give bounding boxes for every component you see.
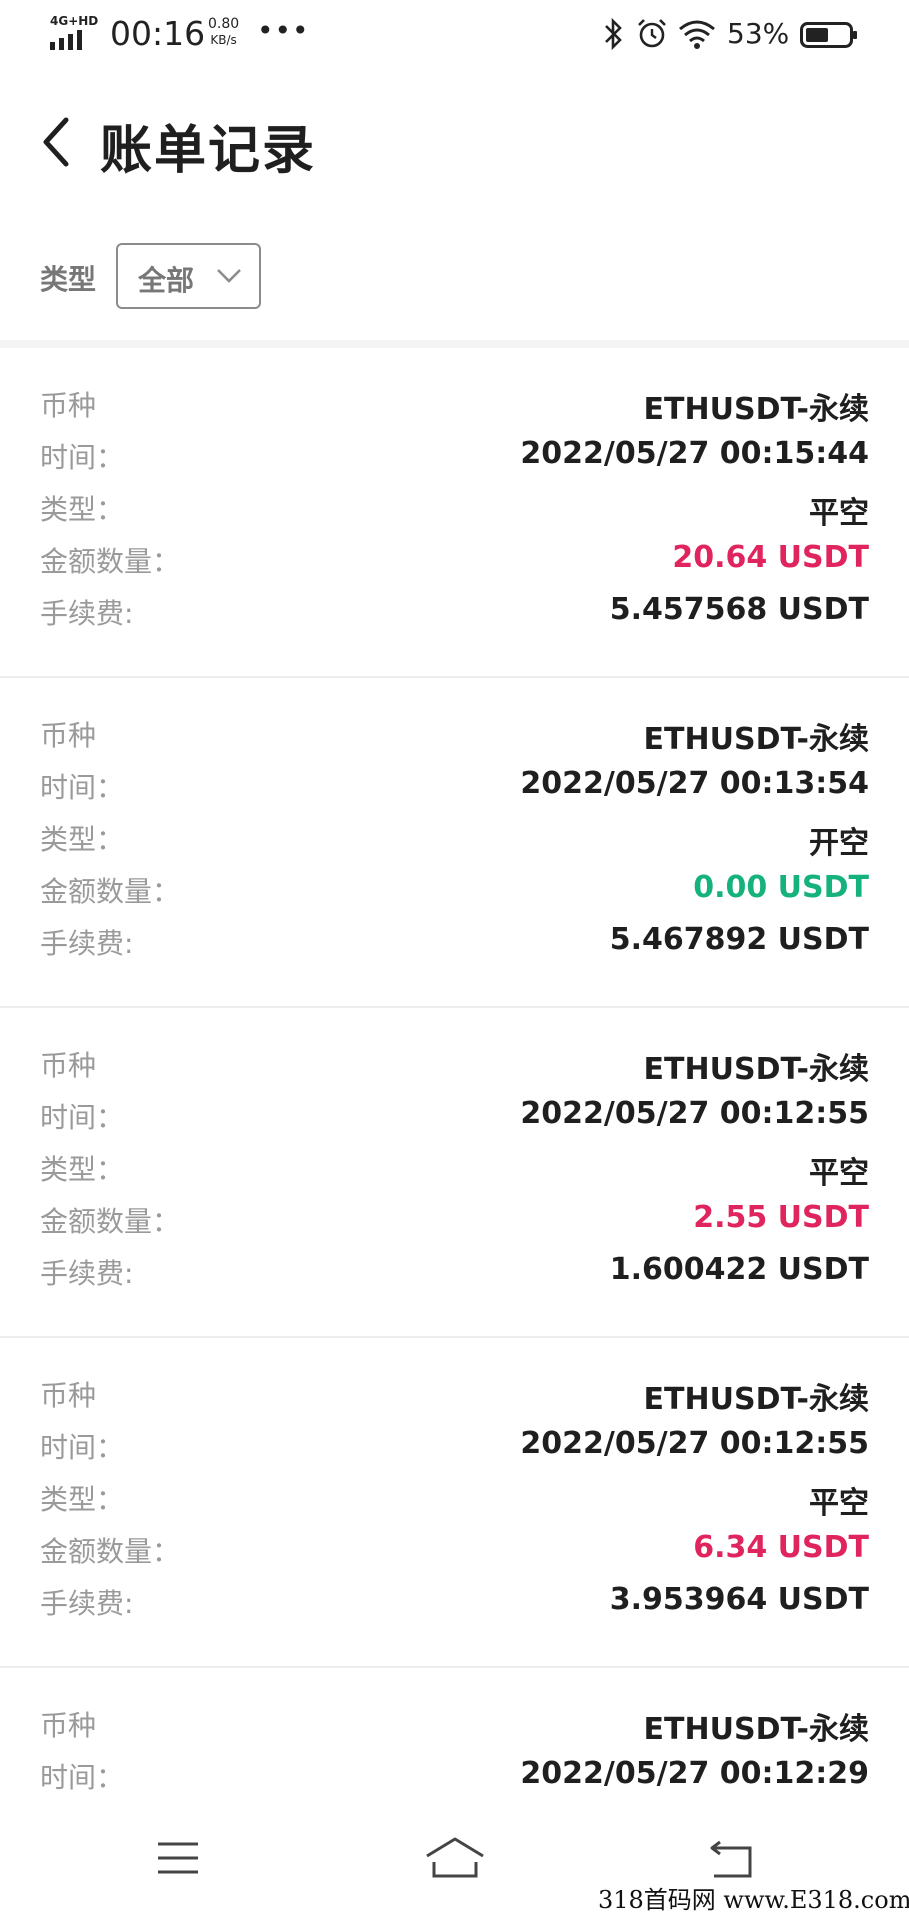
coin-row: 币种 ETHUSDT-永续: [0, 1044, 909, 1094]
back-icon[interactable]: [706, 1836, 756, 1882]
home-icon[interactable]: [424, 1836, 486, 1882]
coin-label: 币种: [40, 389, 97, 422]
menu-icon[interactable]: [156, 1838, 200, 1878]
time-value: 2022/05/27 00:12:55: [520, 1096, 869, 1131]
alarm-icon: [638, 19, 666, 48]
coin-label: 币种: [40, 1709, 97, 1742]
signal-icon: [50, 30, 82, 50]
amount-row: 金额数量： 2.55 USDT: [0, 1200, 909, 1250]
bluetooth-icon: [605, 17, 622, 51]
time-row: 时间： 2022/05/27 00:15:44: [0, 436, 909, 486]
bill-record: 币种 ETHUSDT-永续 时间： 2022/05/27 00:12:55 类型…: [0, 1008, 909, 1338]
time-row: 时间： 2022/05/27 00:12:29: [0, 1756, 909, 1806]
time-label: 时间：: [40, 771, 125, 804]
more-notifications-icon: •••: [257, 14, 310, 47]
coin-value: ETHUSDT-永续: [643, 722, 869, 757]
type-label: 类型：: [40, 823, 125, 856]
time-value: 2022/05/27 00:12:55: [520, 1426, 869, 1461]
battery-percent: 53%: [727, 17, 790, 50]
amount-value: 20.64 USDT: [672, 540, 869, 575]
type-label: 类型：: [40, 1483, 125, 1516]
amount-value: 6.34 USDT: [693, 1530, 869, 1565]
fee-label: 手续费:: [40, 1587, 134, 1620]
time-value: 2022/05/27 00:12:29: [520, 1756, 869, 1791]
type-row: 类型： 平空: [0, 488, 909, 538]
watermark: 318首码网 www.E318.com: [598, 1886, 909, 1914]
time-row: 时间： 2022/05/27 00:12:55: [0, 1426, 909, 1476]
fee-value: 1.600422 USDT: [609, 1252, 869, 1287]
amount-row: 金额数量： 6.34 USDT: [0, 1530, 909, 1580]
battery-icon: [800, 22, 857, 48]
fee-label: 手续费:: [40, 1257, 134, 1290]
bill-record: 币种 ETHUSDT-永续 时间： 2022/05/27 00:12:29: [0, 1668, 909, 1816]
coin-row: 币种 ETHUSDT-永续: [0, 714, 909, 764]
time-value: 2022/05/27 00:15:44: [520, 436, 869, 471]
time-row: 时间： 2022/05/27 00:12:55: [0, 1096, 909, 1146]
clock: 00:16: [110, 14, 206, 53]
time-label: 时间：: [40, 1761, 125, 1794]
fee-value: 5.457568 USDT: [609, 592, 869, 627]
bill-record: 币种 ETHUSDT-永续 时间： 2022/05/27 00:13:54 类型…: [0, 678, 909, 1008]
coin-value: ETHUSDT-永续: [643, 392, 869, 427]
chevron-down-icon: [217, 269, 241, 283]
fee-value: 5.467892 USDT: [609, 922, 869, 957]
speed-unit: KB/s: [210, 33, 237, 47]
coin-value: ETHUSDT-永续: [643, 1382, 869, 1417]
bill-record: 币种 ETHUSDT-永续 时间： 2022/05/27 00:15:44 类型…: [0, 348, 909, 678]
fee-row: 手续费: 1.600422 USDT: [0, 1252, 909, 1302]
amount-label: 金额数量：: [40, 1535, 181, 1568]
type-filter-value: 全部: [138, 264, 195, 297]
amount-row: 金额数量： 0.00 USDT: [0, 870, 909, 920]
type-row: 类型： 平空: [0, 1148, 909, 1198]
fee-row: 手续费: 5.457568 USDT: [0, 592, 909, 642]
type-value: 开空: [809, 826, 869, 861]
time-label: 时间：: [40, 1431, 125, 1464]
fee-label: 手续费:: [40, 597, 134, 630]
coin-value: ETHUSDT-永续: [643, 1712, 869, 1747]
time-label: 时间：: [40, 1101, 125, 1134]
fee-label: 手续费:: [40, 927, 134, 960]
type-filter-label: 类型: [40, 263, 97, 296]
wifi-icon: [679, 20, 715, 49]
type-row: 类型： 平空: [0, 1478, 909, 1528]
page-title: 账单记录: [100, 121, 317, 181]
fee-row: 手续费: 5.467892 USDT: [0, 922, 909, 972]
coin-row: 币种 ETHUSDT-永续: [0, 1374, 909, 1424]
coin-label: 币种: [40, 1049, 97, 1082]
amount-value: 2.55 USDT: [693, 1200, 869, 1235]
type-value: 平空: [809, 1156, 869, 1191]
fee-row: 手续费: 3.953964 USDT: [0, 1582, 909, 1632]
amount-value: 0.00 USDT: [693, 870, 869, 905]
amount-row: 金额数量： 20.64 USDT: [0, 540, 909, 590]
time-value: 2022/05/27 00:13:54: [520, 766, 869, 801]
network-speed: 0.80 KB/s: [208, 16, 239, 48]
speed-value: 0.80: [208, 16, 240, 32]
type-row: 类型： 开空: [0, 818, 909, 868]
amount-label: 金额数量：: [40, 545, 181, 578]
type-value: 平空: [809, 1486, 869, 1521]
type-filter-select[interactable]: 全部: [116, 243, 261, 309]
coin-row: 币种 ETHUSDT-永续: [0, 1704, 909, 1754]
status-bar: 4G+HD 00:16 0.80 KB/s ••• 53%: [0, 0, 909, 72]
time-label: 时间：: [40, 441, 125, 474]
type-label: 类型：: [40, 493, 125, 526]
bill-record: 币种 ETHUSDT-永续 时间： 2022/05/27 00:12:55 类型…: [0, 1338, 909, 1668]
back-arrow-icon[interactable]: [36, 112, 76, 172]
time-row: 时间： 2022/05/27 00:13:54: [0, 766, 909, 816]
filter-divider: [0, 340, 909, 348]
fee-value: 3.953964 USDT: [609, 1582, 869, 1617]
type-value: 平空: [809, 496, 869, 531]
coin-label: 币种: [40, 1379, 97, 1412]
coin-value: ETHUSDT-永续: [643, 1052, 869, 1087]
type-label: 类型：: [40, 1153, 125, 1186]
coin-label: 币种: [40, 719, 97, 752]
amount-label: 金额数量：: [40, 875, 181, 908]
amount-label: 金额数量：: [40, 1205, 181, 1238]
coin-row: 币种 ETHUSDT-永续: [0, 384, 909, 434]
